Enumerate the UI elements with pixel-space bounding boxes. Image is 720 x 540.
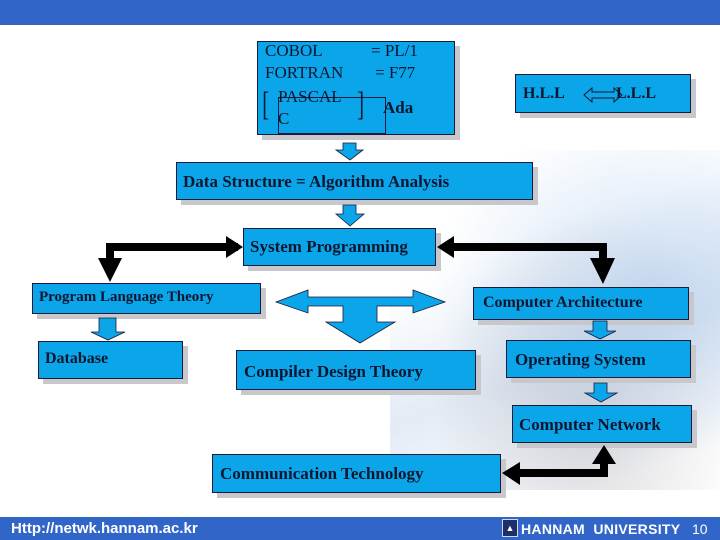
down-arrow-plt-to-db <box>90 317 126 341</box>
black-arrow-sp-to-ca <box>437 236 615 284</box>
black-arrow-sp-to-plt <box>98 236 243 282</box>
node-system-programming: System Programming <box>243 228 436 266</box>
footer-url-link[interactable]: Http://netwk.hannam.ac.kr <box>11 520 198 537</box>
node-label: Database <box>45 350 109 367</box>
node-program-language-theory: Program Language Theory <box>32 283 261 314</box>
node-label: Computer Network <box>519 415 661 434</box>
down-arrow-ca-to-os <box>583 320 617 340</box>
node-communication-technology: Communication Technology <box>212 454 501 493</box>
down-arrow-os-to-cn <box>583 382 619 403</box>
f77-label: = F77 <box>375 63 416 82</box>
hll-lll-box: H.L.L L.L.L <box>515 74 691 113</box>
node-data-structure: Data Structure = Algorithm Analysis <box>176 162 533 200</box>
node-label: Data Structure = Algorithm Analysis <box>183 172 450 191</box>
node-computer-network: Computer Network <box>512 405 692 443</box>
node-label: System Programming <box>250 237 408 256</box>
pl1-label: = PL/1 <box>371 41 418 60</box>
fortran-label: FORTRAN <box>265 63 344 82</box>
page-number: 10 <box>692 521 708 537</box>
cobol-label: COBOL <box>265 41 323 60</box>
node-label: Operating System <box>515 350 646 369</box>
node-label: Program Language Theory <box>39 289 214 305</box>
hll-label: H.L.L <box>523 85 565 102</box>
node-compiler-design-theory: Compiler Design Theory <box>236 350 476 390</box>
node-label: Compiler Design Theory <box>244 362 423 381</box>
top-title-bar <box>0 0 720 25</box>
c-label: C <box>278 109 290 128</box>
footer-bar: Http://netwk.hannam.ac.kr ▲ HANNAM UNIVE… <box>0 517 720 540</box>
down-arrow-ds-to-sp <box>334 204 366 227</box>
left-bracket-icon: [ <box>262 86 270 123</box>
university-logo-icon: ▲ <box>502 519 518 537</box>
right-bracket-icon: ] <box>357 86 365 123</box>
node-database: Database <box>38 341 183 379</box>
lll-label: L.L.L <box>616 85 657 102</box>
down-arrow-lang-to-ds <box>334 142 365 161</box>
node-operating-system: Operating System <box>506 340 691 378</box>
university-name: HANNAM UNIVERSITY <box>521 521 681 537</box>
black-arrow-ct-to-cn <box>502 445 616 485</box>
node-computer-architecture: Computer Architecture <box>473 287 689 320</box>
t-arrow-connector <box>274 289 447 344</box>
pascal-label: PASCAL <box>278 87 342 106</box>
language-equivalence-box: COBOL = PL/1 FORTRAN = F77 [ PASCAL C ] … <box>257 41 455 135</box>
ada-label: Ada <box>383 98 414 117</box>
node-label: Communication Technology <box>220 464 424 483</box>
node-label: Computer Architecture <box>483 294 643 311</box>
